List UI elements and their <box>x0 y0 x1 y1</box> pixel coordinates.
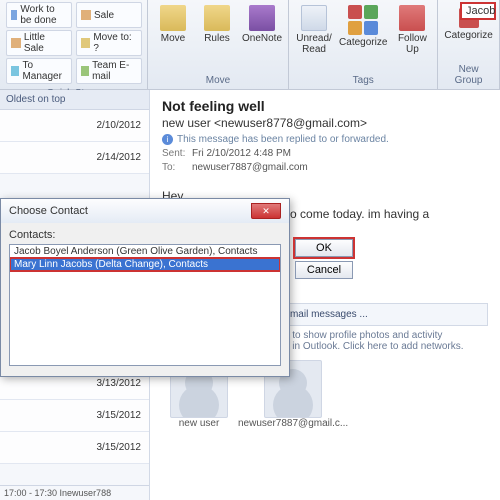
list-item[interactable]: 2/14/2012 <box>0 142 149 174</box>
rules-button[interactable]: Rules <box>198 2 236 44</box>
cancel-button[interactable]: Cancel <box>295 261 353 279</box>
dialog-titlebar: Choose Contact ✕ <box>1 199 289 223</box>
to-value: newuser7887@gmail.com <box>192 162 308 173</box>
status-bar: 17:00 - 17:30 Inewuser788 <box>0 485 149 500</box>
ok-button[interactable]: OK <box>295 239 353 257</box>
ribbon-caption-move: Move <box>154 73 282 89</box>
message-subject: Not feeling well <box>162 98 488 114</box>
sent-value: Fri 2/10/2012 4:48 PM <box>192 148 291 159</box>
close-icon[interactable]: ✕ <box>251 203 281 219</box>
message-from: new user <newuser8778@gmail.com> <box>162 116 488 130</box>
unread-read-button[interactable]: Unread/ Read <box>295 2 333 55</box>
quickstep-work[interactable]: Work to be done <box>6 2 72 28</box>
categorize-button[interactable]: Categorize <box>339 2 387 48</box>
quickstep-to-manager[interactable]: To Manager <box>6 58 72 84</box>
info-icon: i <box>162 134 173 145</box>
ribbon-group-tags: Unread/ Read Categorize Follow Up Tags <box>289 0 438 89</box>
list-item[interactable]: 2/10/2012 <box>0 110 149 142</box>
quickstep-team-email[interactable]: Team E-mail <box>76 58 142 84</box>
contacts-list[interactable]: Jacob Boyel Anderson (Green Olive Garden… <box>9 244 281 366</box>
list-item[interactable]: 3/15/2012 <box>0 400 149 432</box>
message-info: iThis message has been replied to or for… <box>162 134 488 145</box>
contact-search-input[interactable]: Jacob <box>460 2 496 20</box>
ribbon: Work to be done Sale Little Sale Move to… <box>0 0 500 90</box>
ribbon-group-move: Move Rules OneNote Move <box>148 0 289 89</box>
followup-button[interactable]: Follow Up <box>393 2 431 55</box>
quickstep-move-to[interactable]: Move to: ? <box>76 30 142 56</box>
choose-contact-dialog: Choose Contact ✕ Contacts: Jacob Boyel A… <box>0 198 290 377</box>
onenote-button[interactable]: OneNote <box>242 2 282 44</box>
ribbon-caption-newgroup: New Group <box>444 62 492 89</box>
ribbon-group-quicksteps: Work to be done Sale Little Sale Move to… <box>0 0 148 89</box>
contact-row[interactable]: Mary Linn Jacobs (Delta Change), Contact… <box>10 258 280 271</box>
quickstep-little-sale[interactable]: Little Sale <box>6 30 72 56</box>
contacts-label: Contacts: <box>9 229 281 241</box>
sort-header[interactable]: Oldest on top <box>0 90 149 110</box>
dialog-title: Choose Contact <box>9 205 88 217</box>
contact-row[interactable]: Jacob Boyel Anderson (Green Olive Garden… <box>10 245 280 258</box>
quickstep-sale[interactable]: Sale <box>76 2 142 28</box>
ribbon-caption-tags: Tags <box>295 73 431 89</box>
list-item[interactable]: 3/15/2012 <box>0 432 149 464</box>
move-button[interactable]: Move <box>154 2 192 44</box>
